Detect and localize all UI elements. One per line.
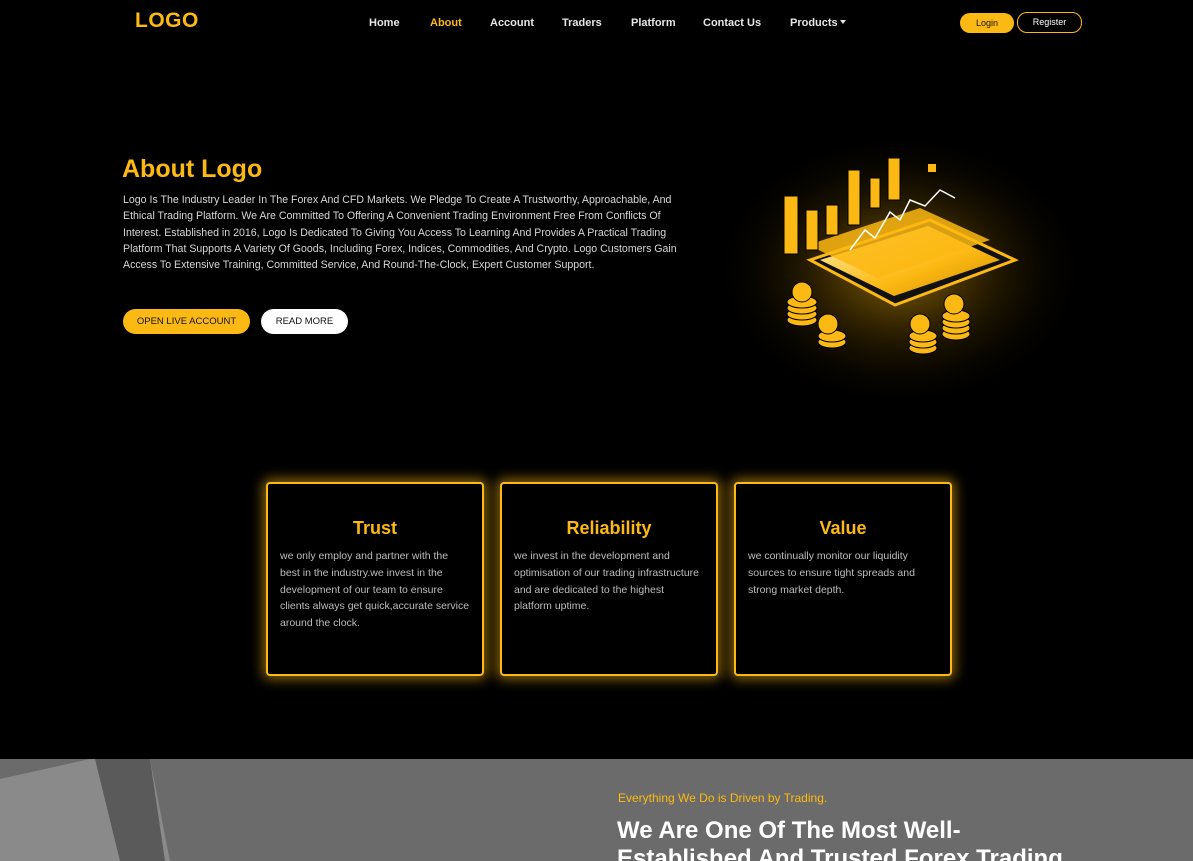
card-title: Reliability: [566, 518, 652, 538]
background-photo: [0, 759, 170, 861]
site-logo[interactable]: LOGO: [135, 9, 199, 33]
card-title: Value: [819, 518, 867, 538]
feature-card-value: Value we continually monitor our liquidi…: [734, 482, 952, 676]
top-navbar: LOGO Home About Account Traders Platform…: [0, 0, 1193, 46]
bar-5: [869, 177, 881, 209]
nav-item-home[interactable]: Home: [369, 17, 400, 29]
nav-item-about[interactable]: About: [430, 17, 462, 29]
nav-item-account[interactable]: Account: [490, 17, 534, 29]
card-text: we invest in the development and optimis…: [514, 550, 700, 613]
nav-item-platform[interactable]: Platform: [631, 17, 676, 29]
section-heading: We Are One Of The Most Well-Established …: [617, 817, 1063, 861]
login-button[interactable]: Login: [960, 13, 1014, 33]
nav-item-products-label: Products: [790, 17, 838, 29]
trading-illustration: [710, 130, 1090, 410]
bar-4: [847, 169, 861, 226]
feature-card-reliability: Reliability we invest in the development…: [500, 482, 718, 676]
read-more-button[interactable]: READ MORE: [261, 309, 348, 334]
trading-intro-section: Everything We Do is Driven by Trading. W…: [0, 759, 1193, 861]
bar-1: [783, 195, 799, 255]
bar-2: [805, 209, 819, 251]
section-tagline: Everything We Do is Driven by Trading.: [618, 791, 828, 805]
nav-item-traders[interactable]: Traders: [562, 17, 602, 29]
chevron-down-icon: [839, 20, 846, 24]
nav-item-products[interactable]: Products: [790, 17, 846, 29]
about-heading: About Logo: [122, 155, 263, 183]
bar-6: [887, 157, 901, 201]
card-text: we continually monitor our liquidity sou…: [748, 550, 915, 596]
feature-card-trust: Trust we only employ and partner with th…: [266, 482, 484, 676]
card-text: we only employ and partner with the best…: [280, 550, 470, 630]
bar-3: [825, 204, 839, 236]
register-button[interactable]: Register: [1017, 12, 1082, 33]
card-title: Trust: [352, 518, 397, 538]
bar-7: [928, 164, 936, 172]
about-description: Logo Is The Industry Leader In The Forex…: [123, 194, 677, 272]
open-live-account-button[interactable]: OPEN LIVE ACCOUNT: [123, 309, 250, 334]
nav-item-contact-us[interactable]: Contact Us: [703, 17, 761, 29]
